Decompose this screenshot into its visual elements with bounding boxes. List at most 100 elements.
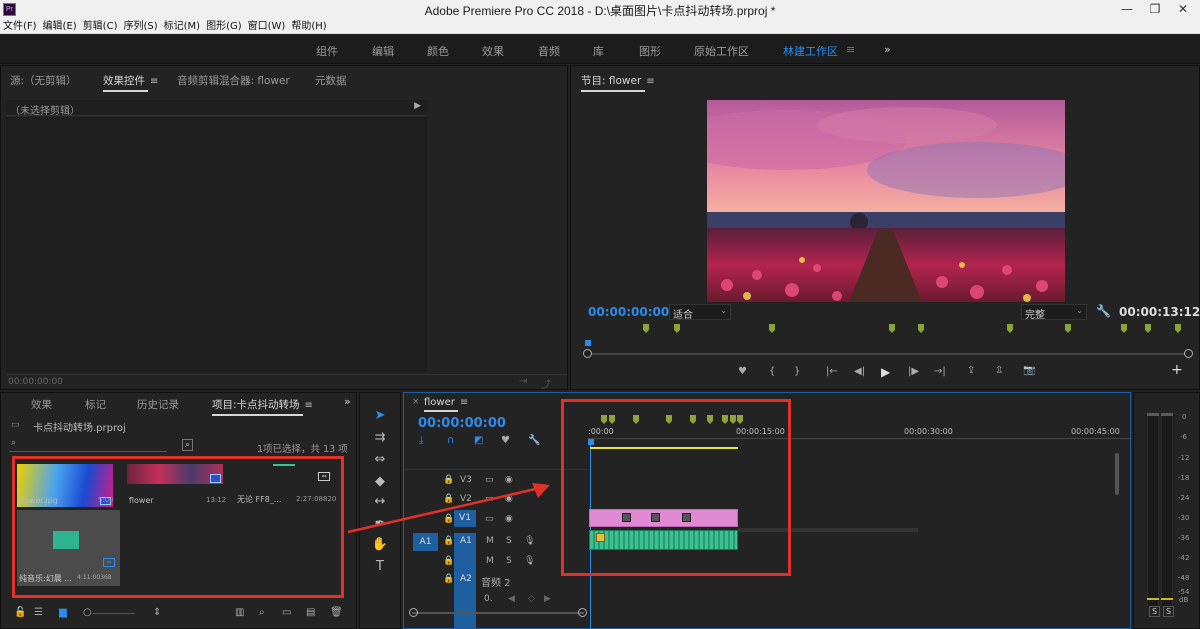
workspace-assembly[interactable]: 组件: [316, 43, 338, 59]
close-sequence-icon[interactable]: ×: [412, 397, 420, 407]
filter-icon[interactable]: ⇥: [519, 376, 527, 387]
solo-left-button[interactable]: S: [1149, 606, 1161, 617]
scrollbar-handle-right[interactable]: [1184, 349, 1193, 358]
restore-icon[interactable]: ❐: [1140, 0, 1170, 19]
go-to-in-icon[interactable]: |←: [826, 366, 838, 377]
workspace-more-icon[interactable]: »: [884, 43, 891, 56]
add-button-icon[interactable]: +: [1171, 362, 1183, 378]
workspace-libraries[interactable]: 库: [593, 43, 604, 59]
sort-icon[interactable]: ⇕: [153, 607, 161, 618]
menu-clip[interactable]: 剪辑(C): [80, 20, 121, 34]
marker[interactable]: [1121, 324, 1127, 333]
program-playhead-timecode[interactable]: 00:00:00:00: [588, 305, 669, 319]
tab-metadata[interactable]: 元数据: [315, 73, 347, 88]
linked-selection-icon[interactable]: ◩: [474, 435, 483, 446]
zoom-slider-track[interactable]: [93, 613, 135, 614]
ripple-edit-tool-icon[interactable]: ⇔: [371, 451, 389, 469]
new-bin-icon[interactable]: ▭: [282, 607, 291, 618]
menu-graphics[interactable]: 图形(G): [203, 20, 245, 34]
mark-out-icon[interactable]: }: [794, 366, 800, 377]
mark-in-icon[interactable]: {: [769, 366, 775, 377]
new-bin-from-search-icon[interactable]: ⌕: [182, 439, 194, 451]
lift-icon[interactable]: ⇪: [967, 365, 975, 376]
wrench-icon[interactable]: 🔧: [1096, 304, 1111, 318]
tab-project[interactable]: 项目:卡点抖动转场 ≡: [212, 397, 313, 416]
workspace-editing[interactable]: 编辑: [372, 43, 394, 59]
track-select-tool-icon[interactable]: ⇉: [371, 429, 389, 447]
export-icon[interactable]: ⤴: [541, 376, 551, 391]
lock-icon[interactable]: 🔓: [14, 607, 26, 618]
list-view-icon[interactable]: ☰: [34, 607, 43, 618]
menu-edit[interactable]: 编辑(E): [40, 20, 80, 34]
workspace-audio[interactable]: 音频: [538, 43, 560, 59]
icon-view-icon[interactable]: ▆: [59, 607, 67, 618]
search-input[interactable]: ⌕: [9, 438, 167, 452]
time-ruler-bar[interactable]: [585, 353, 1189, 355]
tab-effects[interactable]: 效果: [31, 397, 52, 412]
selection-tool-icon[interactable]: ➤: [371, 407, 389, 425]
marker[interactable]: [643, 324, 649, 333]
workspace-graphics[interactable]: 图形: [639, 43, 661, 59]
panel-menu-icon[interactable]: ≡: [646, 76, 654, 87]
horizontal-scrollbar[interactable]: [412, 612, 584, 614]
extract-icon[interactable]: ⇫: [995, 365, 1003, 376]
play-icon[interactable]: ▶: [881, 365, 890, 379]
marker[interactable]: [769, 324, 775, 333]
menu-window[interactable]: 窗口(W): [245, 20, 289, 34]
tab-audio-clip-mixer[interactable]: 音频剪辑混合器: flower: [177, 73, 290, 88]
menu-sequence[interactable]: 序列(S): [120, 20, 160, 34]
panel-menu-icon[interactable]: ≡: [460, 397, 468, 408]
lock-icon[interactable]: 🔒: [443, 574, 454, 584]
panel-menu-icon[interactable]: ≡: [305, 400, 313, 411]
lock-icon[interactable]: 🔒: [443, 556, 454, 566]
zoom-slider-icon[interactable]: ○: [83, 607, 92, 618]
tab-history[interactable]: 历史记录: [137, 397, 179, 412]
volume-value[interactable]: 0.: [484, 594, 493, 604]
playhead-icon[interactable]: [585, 340, 591, 346]
scrollbar-handle-left[interactable]: [409, 608, 418, 617]
workspace-color[interactable]: 颜色: [427, 43, 449, 59]
marker[interactable]: [1175, 324, 1181, 333]
program-video-frame[interactable]: [707, 100, 1065, 302]
menu-help[interactable]: 帮助(H): [288, 20, 329, 34]
scrollbar-handle-left[interactable]: [583, 349, 592, 358]
step-back-icon[interactable]: ◀|: [854, 366, 865, 377]
mic-icon[interactable]: 🎙: [524, 556, 535, 566]
timeline-settings-icon[interactable]: 🔧: [528, 435, 540, 446]
snap-icon[interactable]: ∩: [447, 435, 454, 446]
workspace-menu-icon[interactable]: ≡: [846, 43, 855, 56]
tab-source[interactable]: 源:（无剪辑）: [10, 73, 77, 88]
playback-quality-select[interactable]: 完整 ⌄: [1021, 304, 1087, 321]
menu-file[interactable]: 文件(F): [0, 20, 40, 34]
workspace-effects[interactable]: 效果: [482, 43, 504, 59]
workspace-original[interactable]: 原始工作区: [694, 43, 749, 59]
expand-arrow-icon[interactable]: ▶: [414, 101, 421, 111]
find-icon[interactable]: ⌕: [259, 607, 265, 618]
step-forward-icon[interactable]: |▶: [908, 366, 919, 377]
scrollbar-handle-right[interactable]: [578, 608, 587, 617]
timeline-timecode[interactable]: 00:00:00:00: [418, 416, 506, 431]
new-item-icon[interactable]: ▤: [306, 607, 315, 618]
add-marker-icon[interactable]: ♥: [738, 366, 747, 377]
tab-effect-controls[interactable]: 效果控件 ≡: [103, 73, 158, 92]
automate-to-sequence-icon[interactable]: ▥: [235, 607, 244, 618]
panel-menu-icon[interactable]: ≡: [150, 76, 158, 87]
more-panels-icon[interactable]: »: [344, 395, 351, 408]
solo-button-a2[interactable]: S: [506, 556, 512, 566]
tab-sequence[interactable]: flower ≡: [424, 397, 468, 412]
marker[interactable]: [918, 324, 924, 333]
keyframe-prev-icon[interactable]: ◀: [508, 594, 515, 604]
vertical-scrollbar[interactable]: [1115, 453, 1119, 495]
mute-button-a2[interactable]: M: [486, 556, 494, 566]
marker[interactable]: [674, 324, 680, 333]
marker[interactable]: [889, 324, 895, 333]
zoom-fit-select[interactable]: 适合 ⌄: [669, 304, 731, 321]
type-tool-icon[interactable]: T: [371, 558, 389, 576]
trash-icon[interactable]: 🗑: [330, 607, 343, 618]
minimize-icon[interactable]: —: [1112, 0, 1142, 19]
workspace-custom[interactable]: 林建工作区: [783, 43, 838, 59]
solo-right-button[interactable]: S: [1163, 606, 1175, 617]
tab-markers[interactable]: 标记: [85, 397, 106, 412]
camera-icon[interactable]: 📷: [1023, 365, 1035, 376]
keyframe-add-icon[interactable]: ◇: [528, 594, 535, 604]
